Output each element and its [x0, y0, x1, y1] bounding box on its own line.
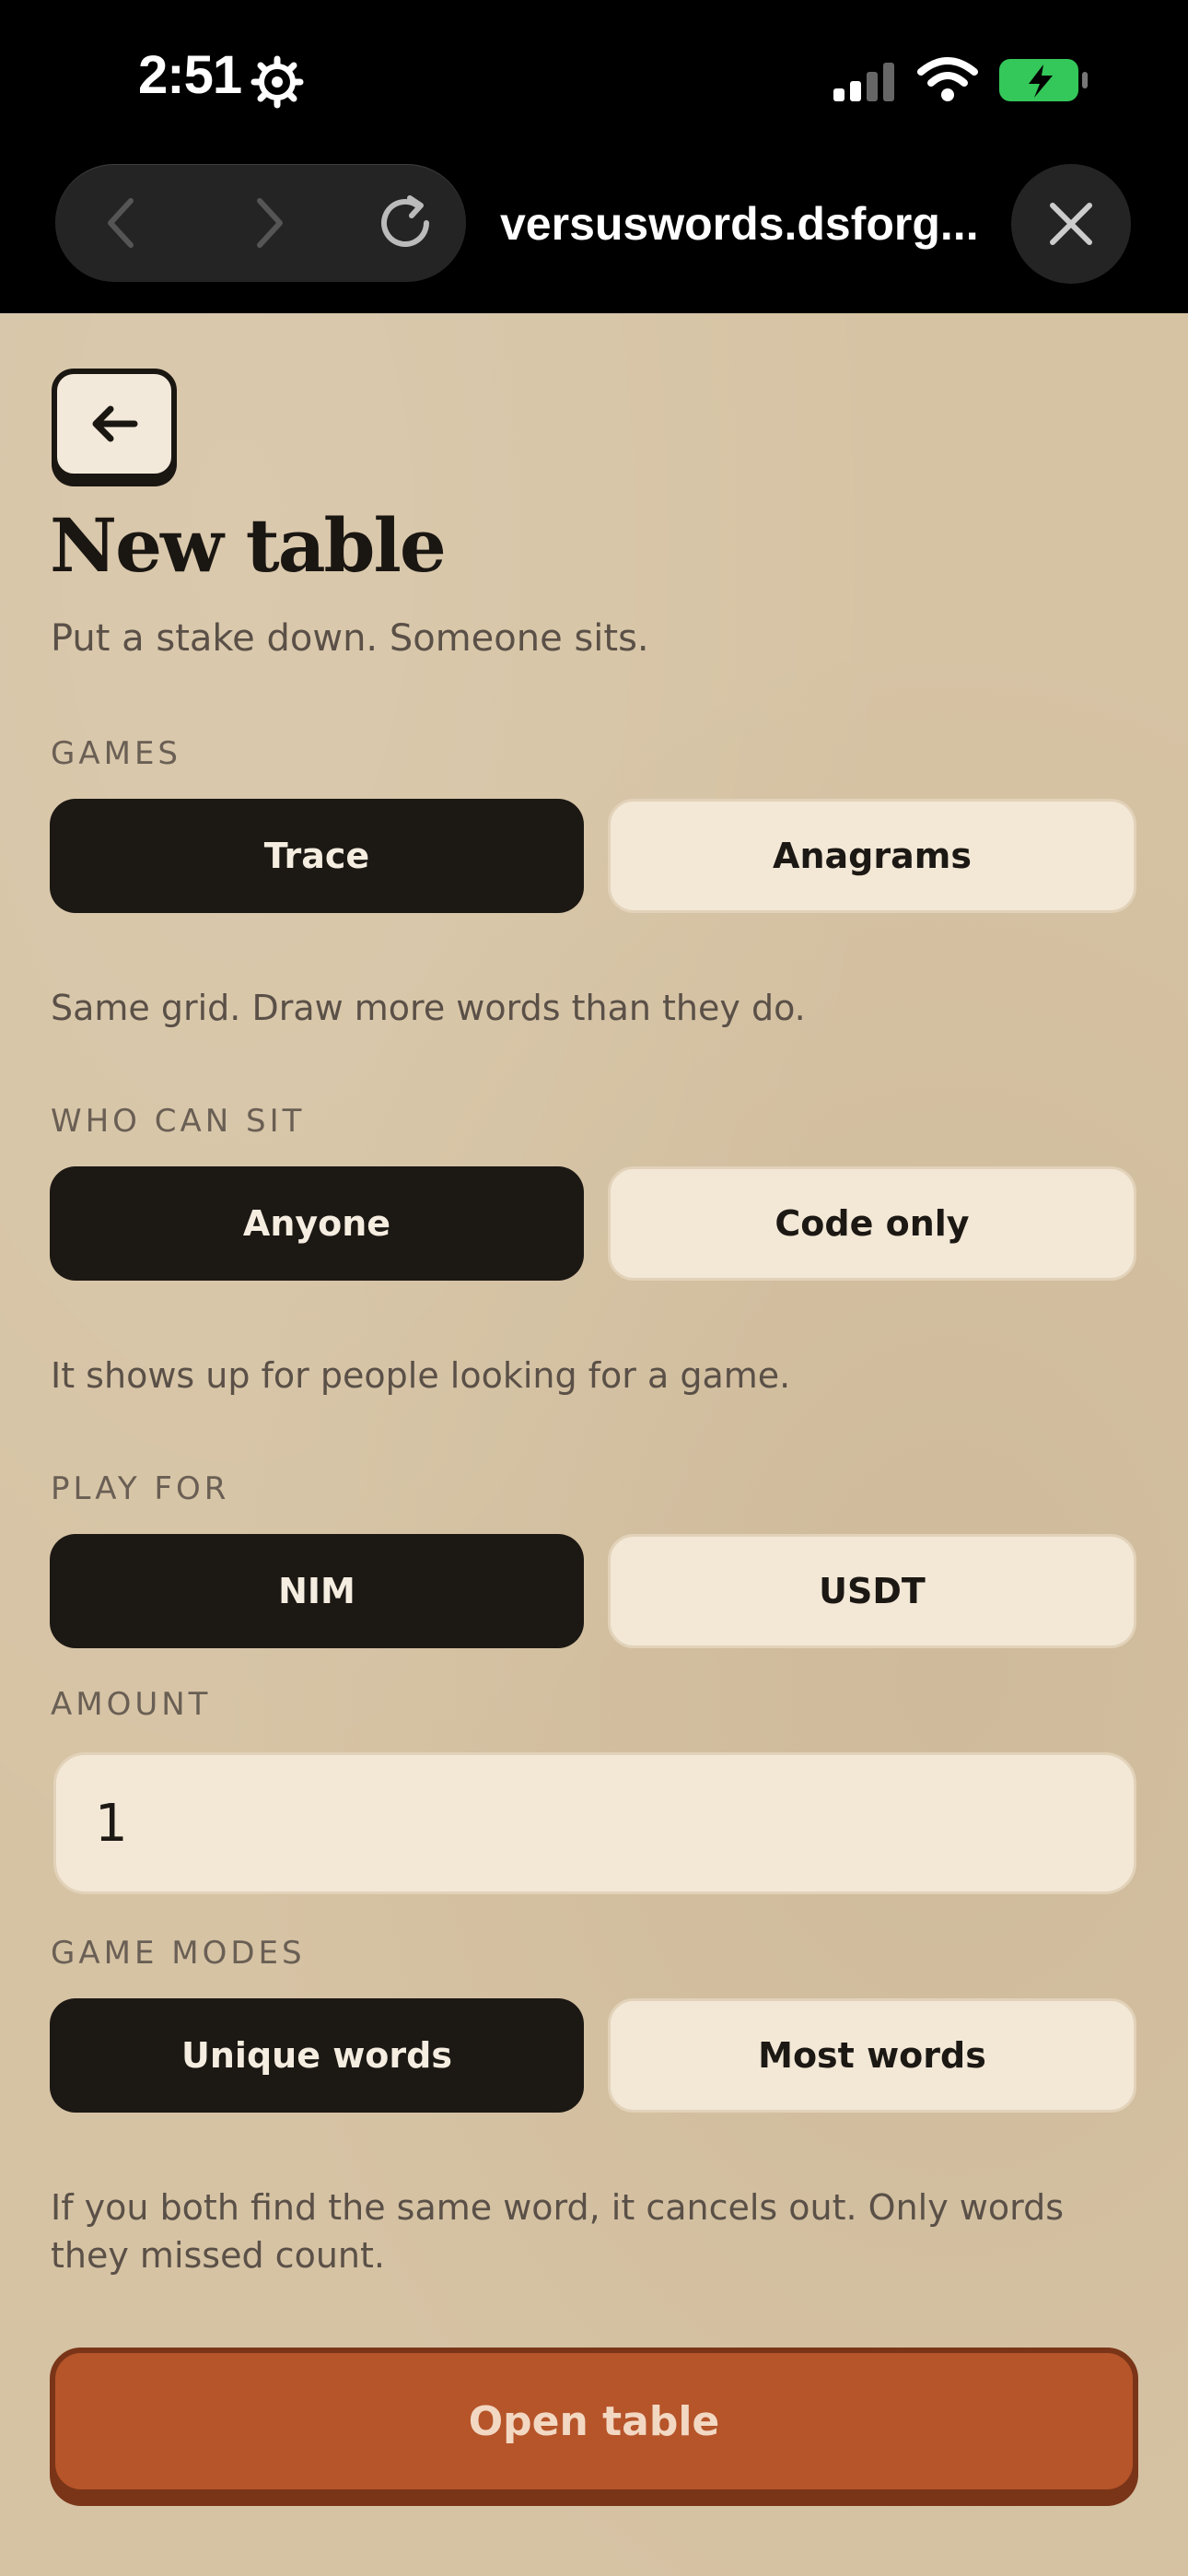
reload-icon[interactable]: [359, 164, 451, 282]
who-can-sit-label: WHO CAN SIT: [51, 1103, 306, 1140]
mode-option-unique-words[interactable]: Unique words: [50, 1998, 584, 2113]
page-title: New table: [50, 502, 447, 589]
forward-icon[interactable]: [223, 164, 315, 282]
game-modes-help-text: If you both find the same word, it cance…: [51, 2187, 1064, 2276]
back-icon[interactable]: [76, 164, 168, 282]
gear-icon: [250, 55, 304, 109]
game-modes-label: GAME MODES: [51, 1935, 306, 1972]
url-bar[interactable]: versuswords.dsforg...: [500, 197, 979, 251]
play-for-label: PLAY FOR: [51, 1470, 230, 1507]
seat-option-code-only[interactable]: Code only: [608, 1166, 1136, 1281]
games-help-text: Same grid. Draw more words than they do.: [51, 988, 806, 1028]
close-icon[interactable]: [1011, 164, 1131, 284]
open-table-button[interactable]: Open table: [50, 2348, 1138, 2495]
page-subtitle: Put a stake down. Someone sits.: [51, 617, 649, 660]
games-label: GAMES: [51, 735, 182, 772]
status-time: 2:51: [138, 45, 242, 105]
wifi-icon: [917, 57, 978, 101]
browser-nav-controls: [55, 164, 466, 282]
new-table-page: New table Put a stake down. Someone sits…: [0, 313, 1188, 2576]
status-bar: 2:51: [0, 0, 1188, 147]
mode-option-most-words[interactable]: Most words: [608, 1998, 1136, 2113]
game-option-anagrams[interactable]: Anagrams: [608, 799, 1136, 913]
amount-label: AMOUNT: [51, 1686, 212, 1723]
who-can-sit-help-text: It shows up for people looking for a gam…: [51, 1355, 791, 1396]
currency-option-nim[interactable]: NIM: [50, 1534, 584, 1648]
back-button[interactable]: [52, 369, 177, 479]
currency-option-usdt[interactable]: USDT: [608, 1534, 1136, 1648]
seat-option-anyone[interactable]: Anyone: [50, 1166, 584, 1281]
cellular-signal-icon: [833, 63, 894, 101]
amount-input[interactable]: 1: [53, 1752, 1136, 1894]
game-option-trace[interactable]: Trace: [50, 799, 584, 913]
arrow-left-icon: [92, 405, 138, 442]
battery-charging-icon: [999, 59, 1088, 101]
